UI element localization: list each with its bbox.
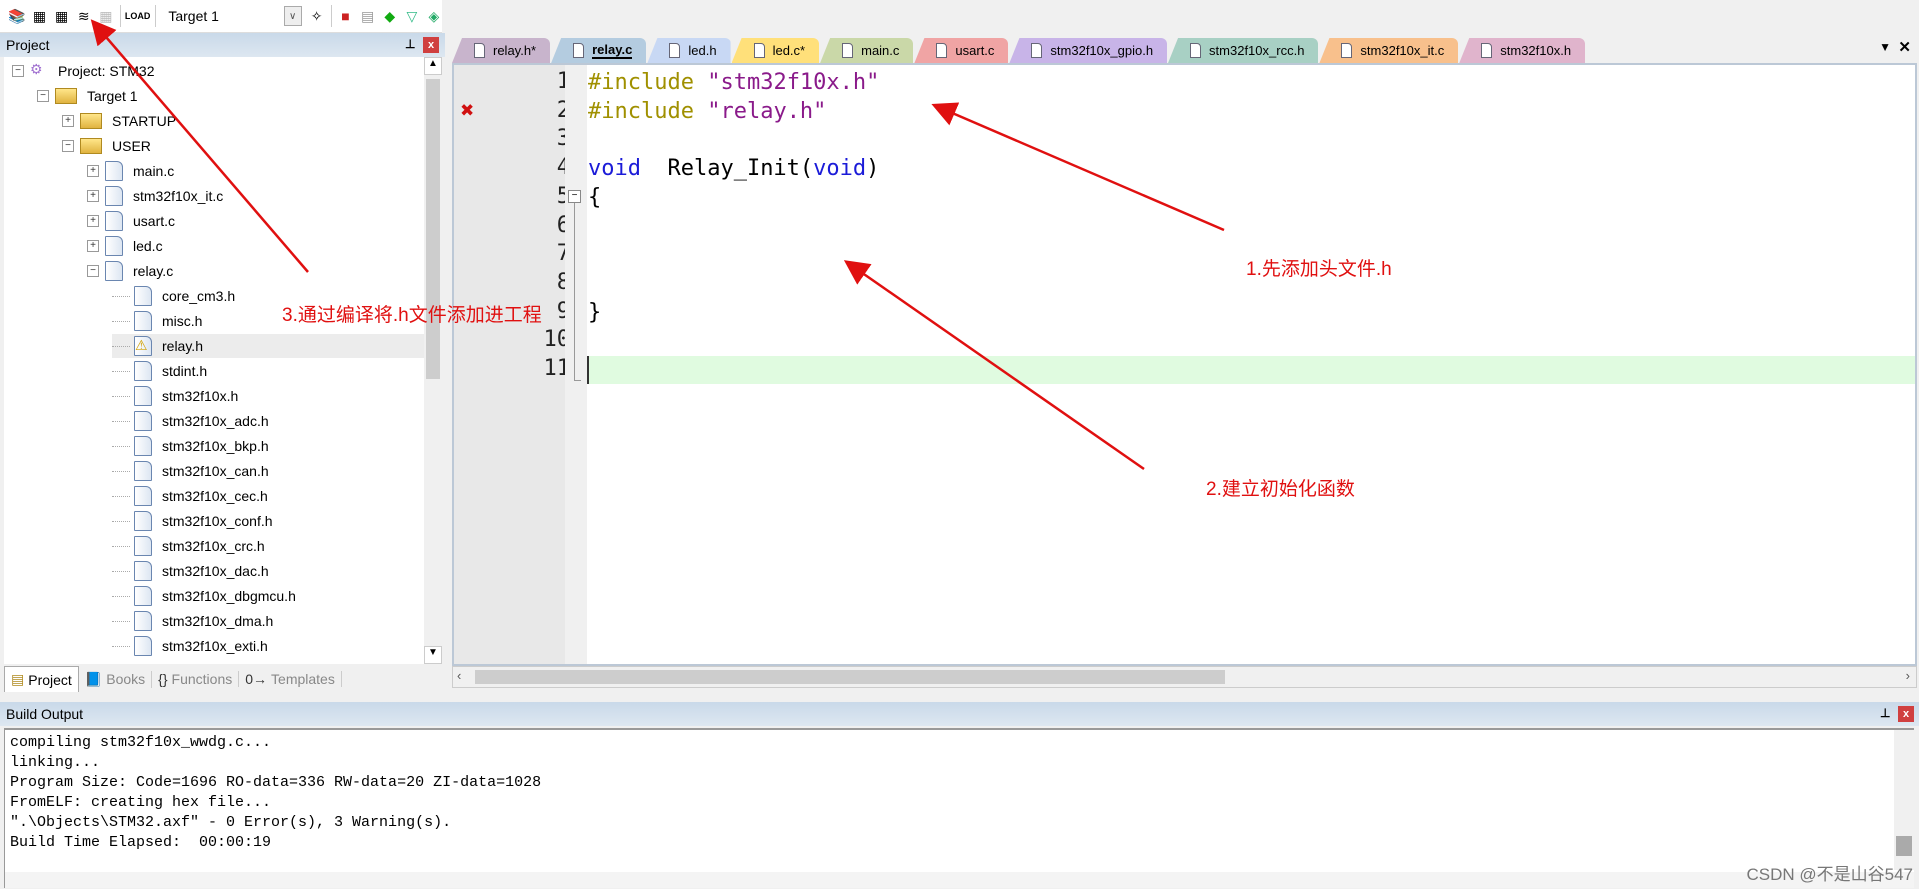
arrow-1 <box>931 102 1225 232</box>
annotation-1: 1.先添加头文件.h <box>1246 259 1392 280</box>
arrow-3 <box>90 19 309 273</box>
annotation-arrows <box>90 19 1225 471</box>
watermark: CSDN @不是山谷547 <box>1746 865 1913 884</box>
annotation-2: 2.建立初始化函数 <box>1206 479 1355 500</box>
annotation-3: 3.通过编译将.h文件添加进工程 <box>282 305 542 326</box>
arrow-2 <box>843 260 1145 471</box>
